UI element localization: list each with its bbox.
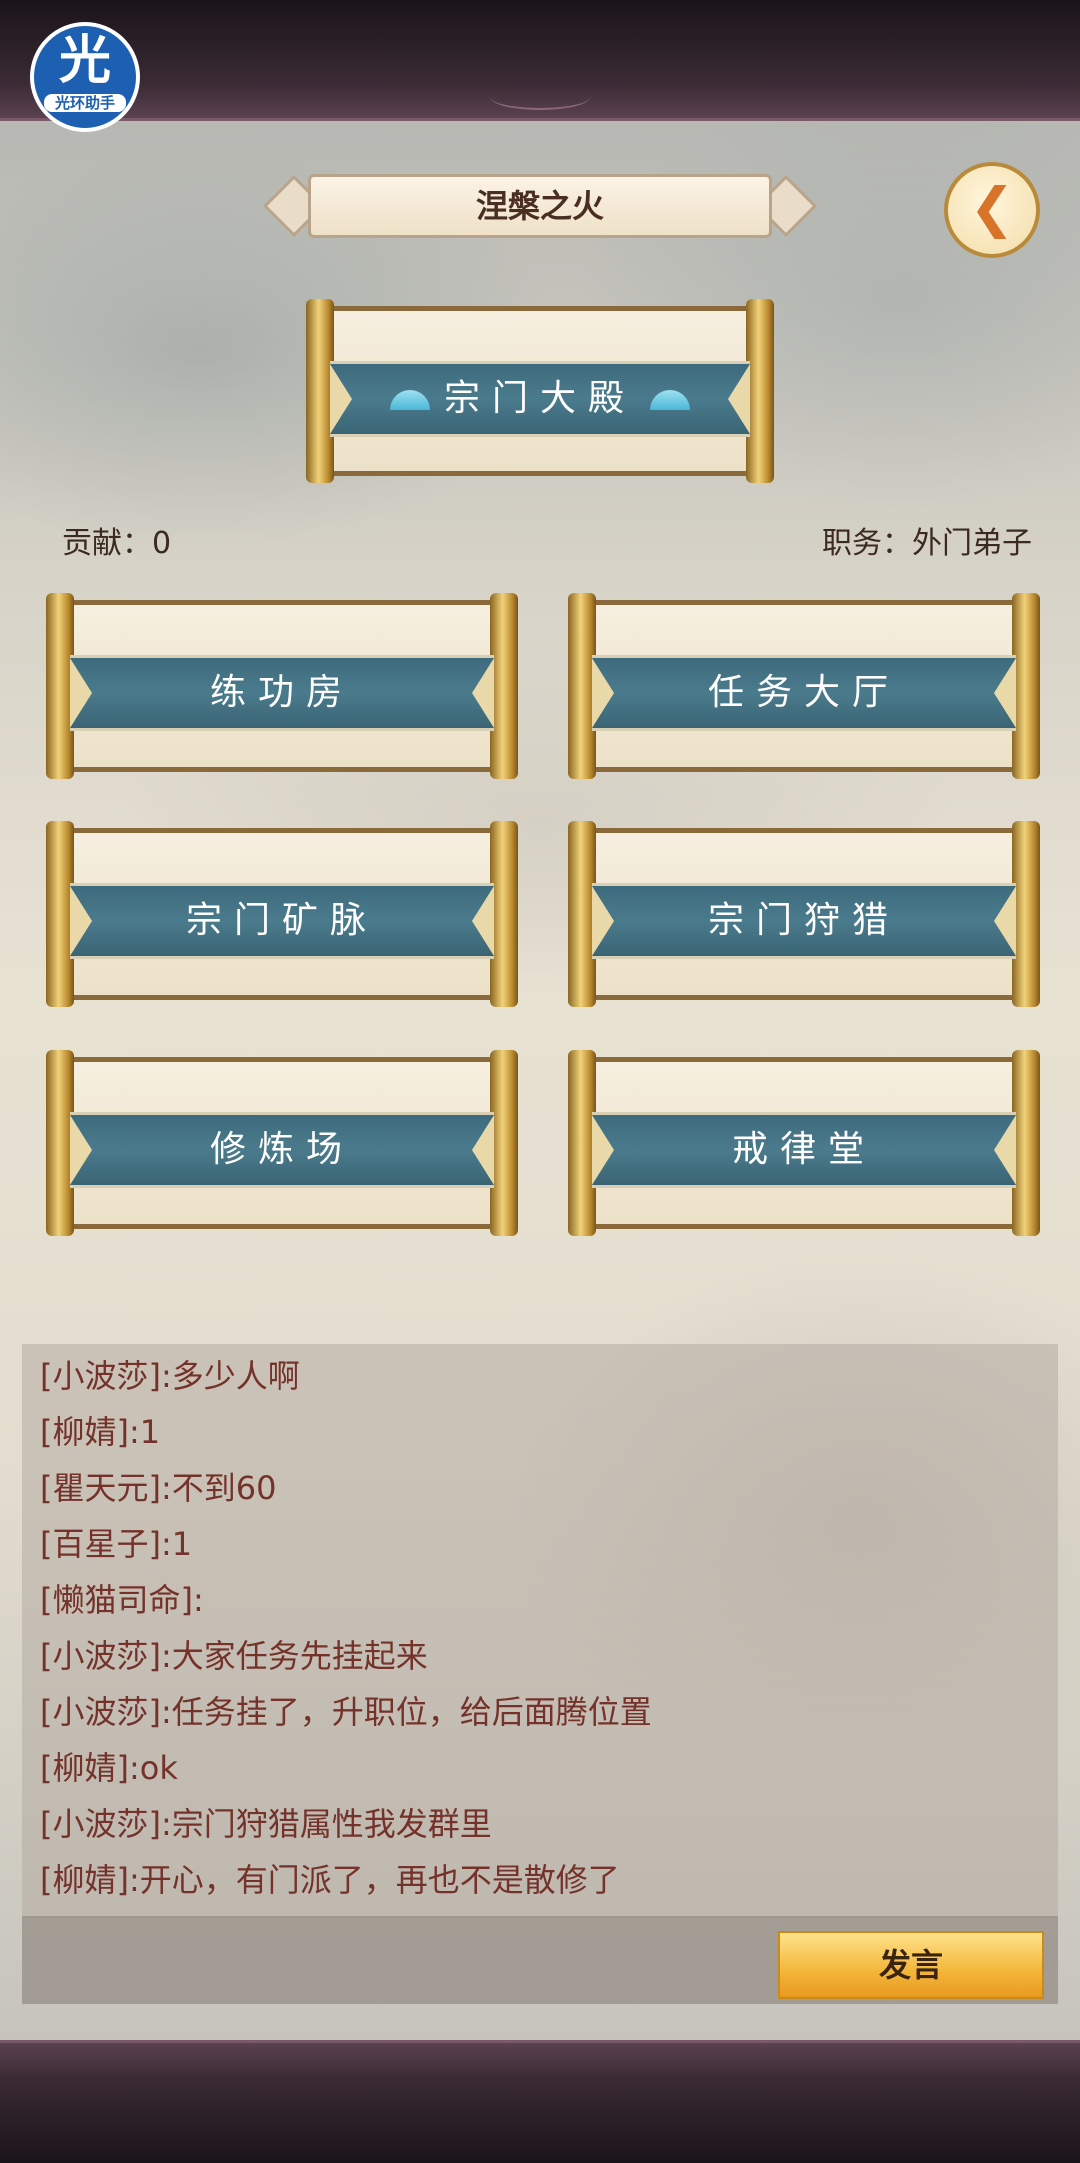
band-left-arrow — [330, 364, 352, 434]
band-left-arrow — [592, 1115, 614, 1185]
chat-message: [小波莎]:多少人啊 — [40, 1357, 300, 1395]
band-left-arrow — [592, 886, 614, 956]
menu-label: 宗门狩猎 — [707, 900, 900, 941]
menu-band: 宗门狩猎 — [592, 883, 1016, 959]
training-room-button[interactable]: 练功房 — [46, 593, 518, 779]
fan-icon — [389, 390, 430, 410]
menu-label: 修炼场 — [209, 1129, 354, 1170]
sect-hall-band: 宗门大殿 — [330, 361, 750, 437]
band-left-arrow — [70, 658, 92, 728]
menu-label: 练功房 — [209, 672, 354, 713]
scroll-roller-right — [490, 821, 518, 1007]
chat-message-list[interactable]: [小波莎]:多少人啊 [柳婧]:1 [瞿天元]:不到60 [百星子]:1 [懒猫… — [40, 1348, 1040, 1908]
menu-band: 戒律堂 — [592, 1112, 1016, 1188]
band-right-arrow — [472, 1115, 494, 1185]
cultivation-ground-button[interactable]: 修炼场 — [46, 1050, 518, 1236]
logo-text: 光环助手 — [44, 94, 126, 112]
scroll-roller-right — [1012, 821, 1040, 1007]
band-right-arrow — [728, 364, 750, 434]
menu-band: 练功房 — [70, 655, 494, 731]
band-right-arrow — [994, 886, 1016, 956]
mission-hall-button[interactable]: 任务大厅 — [568, 593, 1040, 779]
scroll-roller-right — [1012, 593, 1040, 779]
sect-hunt-button[interactable]: 宗门狩猎 — [568, 821, 1040, 1007]
back-button[interactable]: ❮ — [944, 162, 1040, 258]
contribution-stat: 贡献：0 — [62, 526, 172, 561]
chat-message: [懒猫司命]: — [40, 1581, 204, 1619]
scroll-roller-right — [746, 299, 774, 483]
band-right-arrow — [994, 658, 1016, 728]
band-left-arrow — [70, 886, 92, 956]
scroll-roller-right — [490, 593, 518, 779]
menu-band: 宗门矿脉 — [70, 883, 494, 959]
band-right-arrow — [994, 1115, 1016, 1185]
chat-message: [百星子]:1 — [40, 1525, 193, 1563]
chat-message: [小波莎]:宗门狩猎属性我发群里 — [40, 1805, 492, 1843]
menu-label: 任务大厅 — [707, 672, 900, 713]
chat-message: [小波莎]:任务挂了，升职位，给后面腾位置 — [40, 1693, 652, 1731]
page-title: 涅槃之火 — [308, 174, 772, 238]
menu-band: 任务大厅 — [592, 655, 1016, 731]
chat-message: [瞿天元]:不到60 — [40, 1469, 277, 1507]
fan-icon — [650, 390, 690, 410]
chat-message: [柳婧]:开心，有门派了，再也不是散修了 — [40, 1861, 620, 1899]
discipline-hall-button[interactable]: 戒律堂 — [568, 1050, 1040, 1236]
chat-message: [小波莎]:大家任务先挂起来 — [40, 1637, 428, 1675]
menu-label: 戒律堂 — [731, 1129, 876, 1170]
chat-message: [柳婧]:1 — [40, 1413, 161, 1451]
sect-hall-button[interactable]: 宗门大殿 — [306, 299, 774, 483]
chat-message: [柳婧]:ok — [40, 1749, 178, 1787]
top-ornament — [490, 84, 590, 110]
send-button[interactable]: 发言 — [778, 1931, 1044, 1999]
back-arrow-icon: ❮ — [969, 176, 1015, 239]
sect-mine-button[interactable]: 宗门矿脉 — [46, 821, 518, 1007]
menu-band: 修炼场 — [70, 1112, 494, 1188]
scroll-roller-right — [490, 1050, 518, 1236]
logo-glyph: 光 — [58, 31, 111, 91]
menu-label: 宗门矿脉 — [185, 900, 378, 941]
scroll-roller-right — [1012, 1050, 1040, 1236]
top-bar — [0, 0, 1080, 121]
position-stat: 职务：外门弟子 — [822, 526, 1032, 561]
app-logo[interactable]: 光 光环助手 — [30, 22, 140, 132]
band-right-arrow — [472, 886, 494, 956]
chat-panel[interactable]: [小波莎]:多少人啊 [柳婧]:1 [瞿天元]:不到60 [百星子]:1 [懒猫… — [22, 1344, 1058, 2004]
sect-hall-label: 宗门大殿 — [443, 378, 636, 419]
band-right-arrow — [472, 658, 494, 728]
band-left-arrow — [70, 1115, 92, 1185]
bottom-bar — [0, 2040, 1080, 2163]
band-left-arrow — [592, 658, 614, 728]
page-title-banner: 涅槃之火 — [262, 170, 818, 242]
